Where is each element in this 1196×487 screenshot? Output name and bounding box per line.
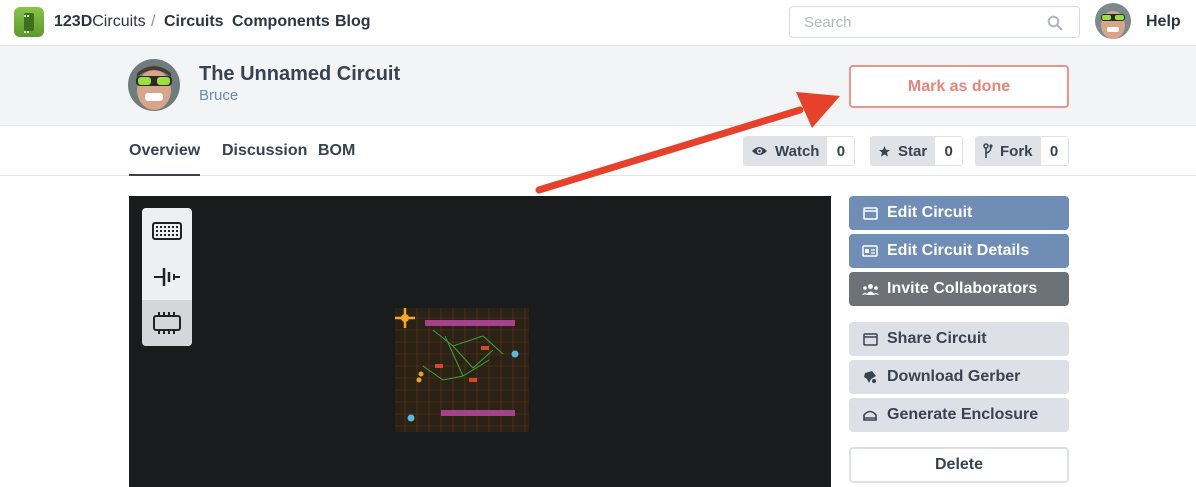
owner-avatar[interactable]: [128, 59, 180, 111]
generate-enclosure-button[interactable]: Generate Enclosure: [849, 398, 1069, 432]
id-card-icon: [861, 245, 879, 257]
project-tabs: Overview Discussion BOM Watch 0 Star 0 F…: [0, 127, 1196, 176]
edit-circuit-button[interactable]: Edit Circuit: [849, 196, 1069, 230]
nav-link-components[interactable]: Components: [232, 13, 330, 31]
breadboard-icon[interactable]: [142, 208, 192, 254]
invite-collaborators-button[interactable]: Invite Collaborators: [849, 272, 1069, 306]
project-owner-link[interactable]: Bruce: [199, 87, 238, 104]
fork-count: 0: [1040, 136, 1069, 166]
pcb-board-preview[interactable]: [393, 306, 531, 434]
mark-as-done-button[interactable]: Mark as done: [849, 65, 1069, 108]
star-icon: [879, 145, 890, 157]
search-icon[interactable]: [1047, 15, 1063, 31]
fork-icon: [983, 143, 993, 158]
battery-icon[interactable]: [142, 254, 192, 300]
eye-icon: [752, 147, 767, 155]
breadcrumb-separator: /: [151, 13, 156, 30]
project-title: The Unnamed Circuit: [199, 63, 401, 85]
watch-group: Watch 0: [743, 136, 856, 166]
tab-bom[interactable]: BOM: [318, 142, 355, 174]
user-avatar[interactable]: [1095, 3, 1131, 39]
edit-circuit-details-button[interactable]: Edit Circuit Details: [849, 234, 1069, 268]
search-box: [789, 6, 1080, 38]
users-icon: [861, 283, 879, 295]
star-count: 0: [935, 136, 964, 166]
fork-button[interactable]: Fork: [975, 136, 1041, 166]
search-input[interactable]: [804, 14, 1034, 31]
watch-button[interactable]: Watch: [743, 136, 828, 166]
app-logo-icon[interactable]: [14, 7, 44, 37]
window-icon: [861, 206, 879, 220]
share-circuit-button[interactable]: Share Circuit: [849, 322, 1069, 356]
nav-link-circuits[interactable]: Circuits: [164, 13, 224, 31]
help-link[interactable]: Help: [1146, 13, 1181, 31]
chip-icon[interactable]: [142, 300, 192, 346]
fork-group: Fork 0: [975, 136, 1069, 166]
download-gerber-button[interactable]: Download Gerber: [849, 360, 1069, 394]
window-icon: [861, 332, 879, 346]
tab-overview[interactable]: Overview: [129, 142, 201, 176]
delete-button[interactable]: Delete: [849, 447, 1069, 483]
top-navbar: 123DCircuits / Circuits Components Blog …: [0, 0, 1196, 46]
component-toolbox: [142, 208, 192, 346]
star-button[interactable]: Star: [870, 136, 936, 166]
gerber-icon: [861, 370, 879, 384]
nav-link-blog[interactable]: Blog: [335, 13, 371, 31]
enclosure-icon: [861, 409, 879, 421]
circuit-canvas[interactable]: [129, 196, 831, 487]
tab-discussion[interactable]: Discussion: [222, 142, 307, 174]
brand-name[interactable]: 123DCircuits: [54, 13, 146, 31]
star-group: Star 0: [870, 136, 964, 166]
project-header: The Unnamed Circuit Bruce Mark as done: [0, 46, 1196, 126]
watch-count: 0: [827, 136, 856, 166]
